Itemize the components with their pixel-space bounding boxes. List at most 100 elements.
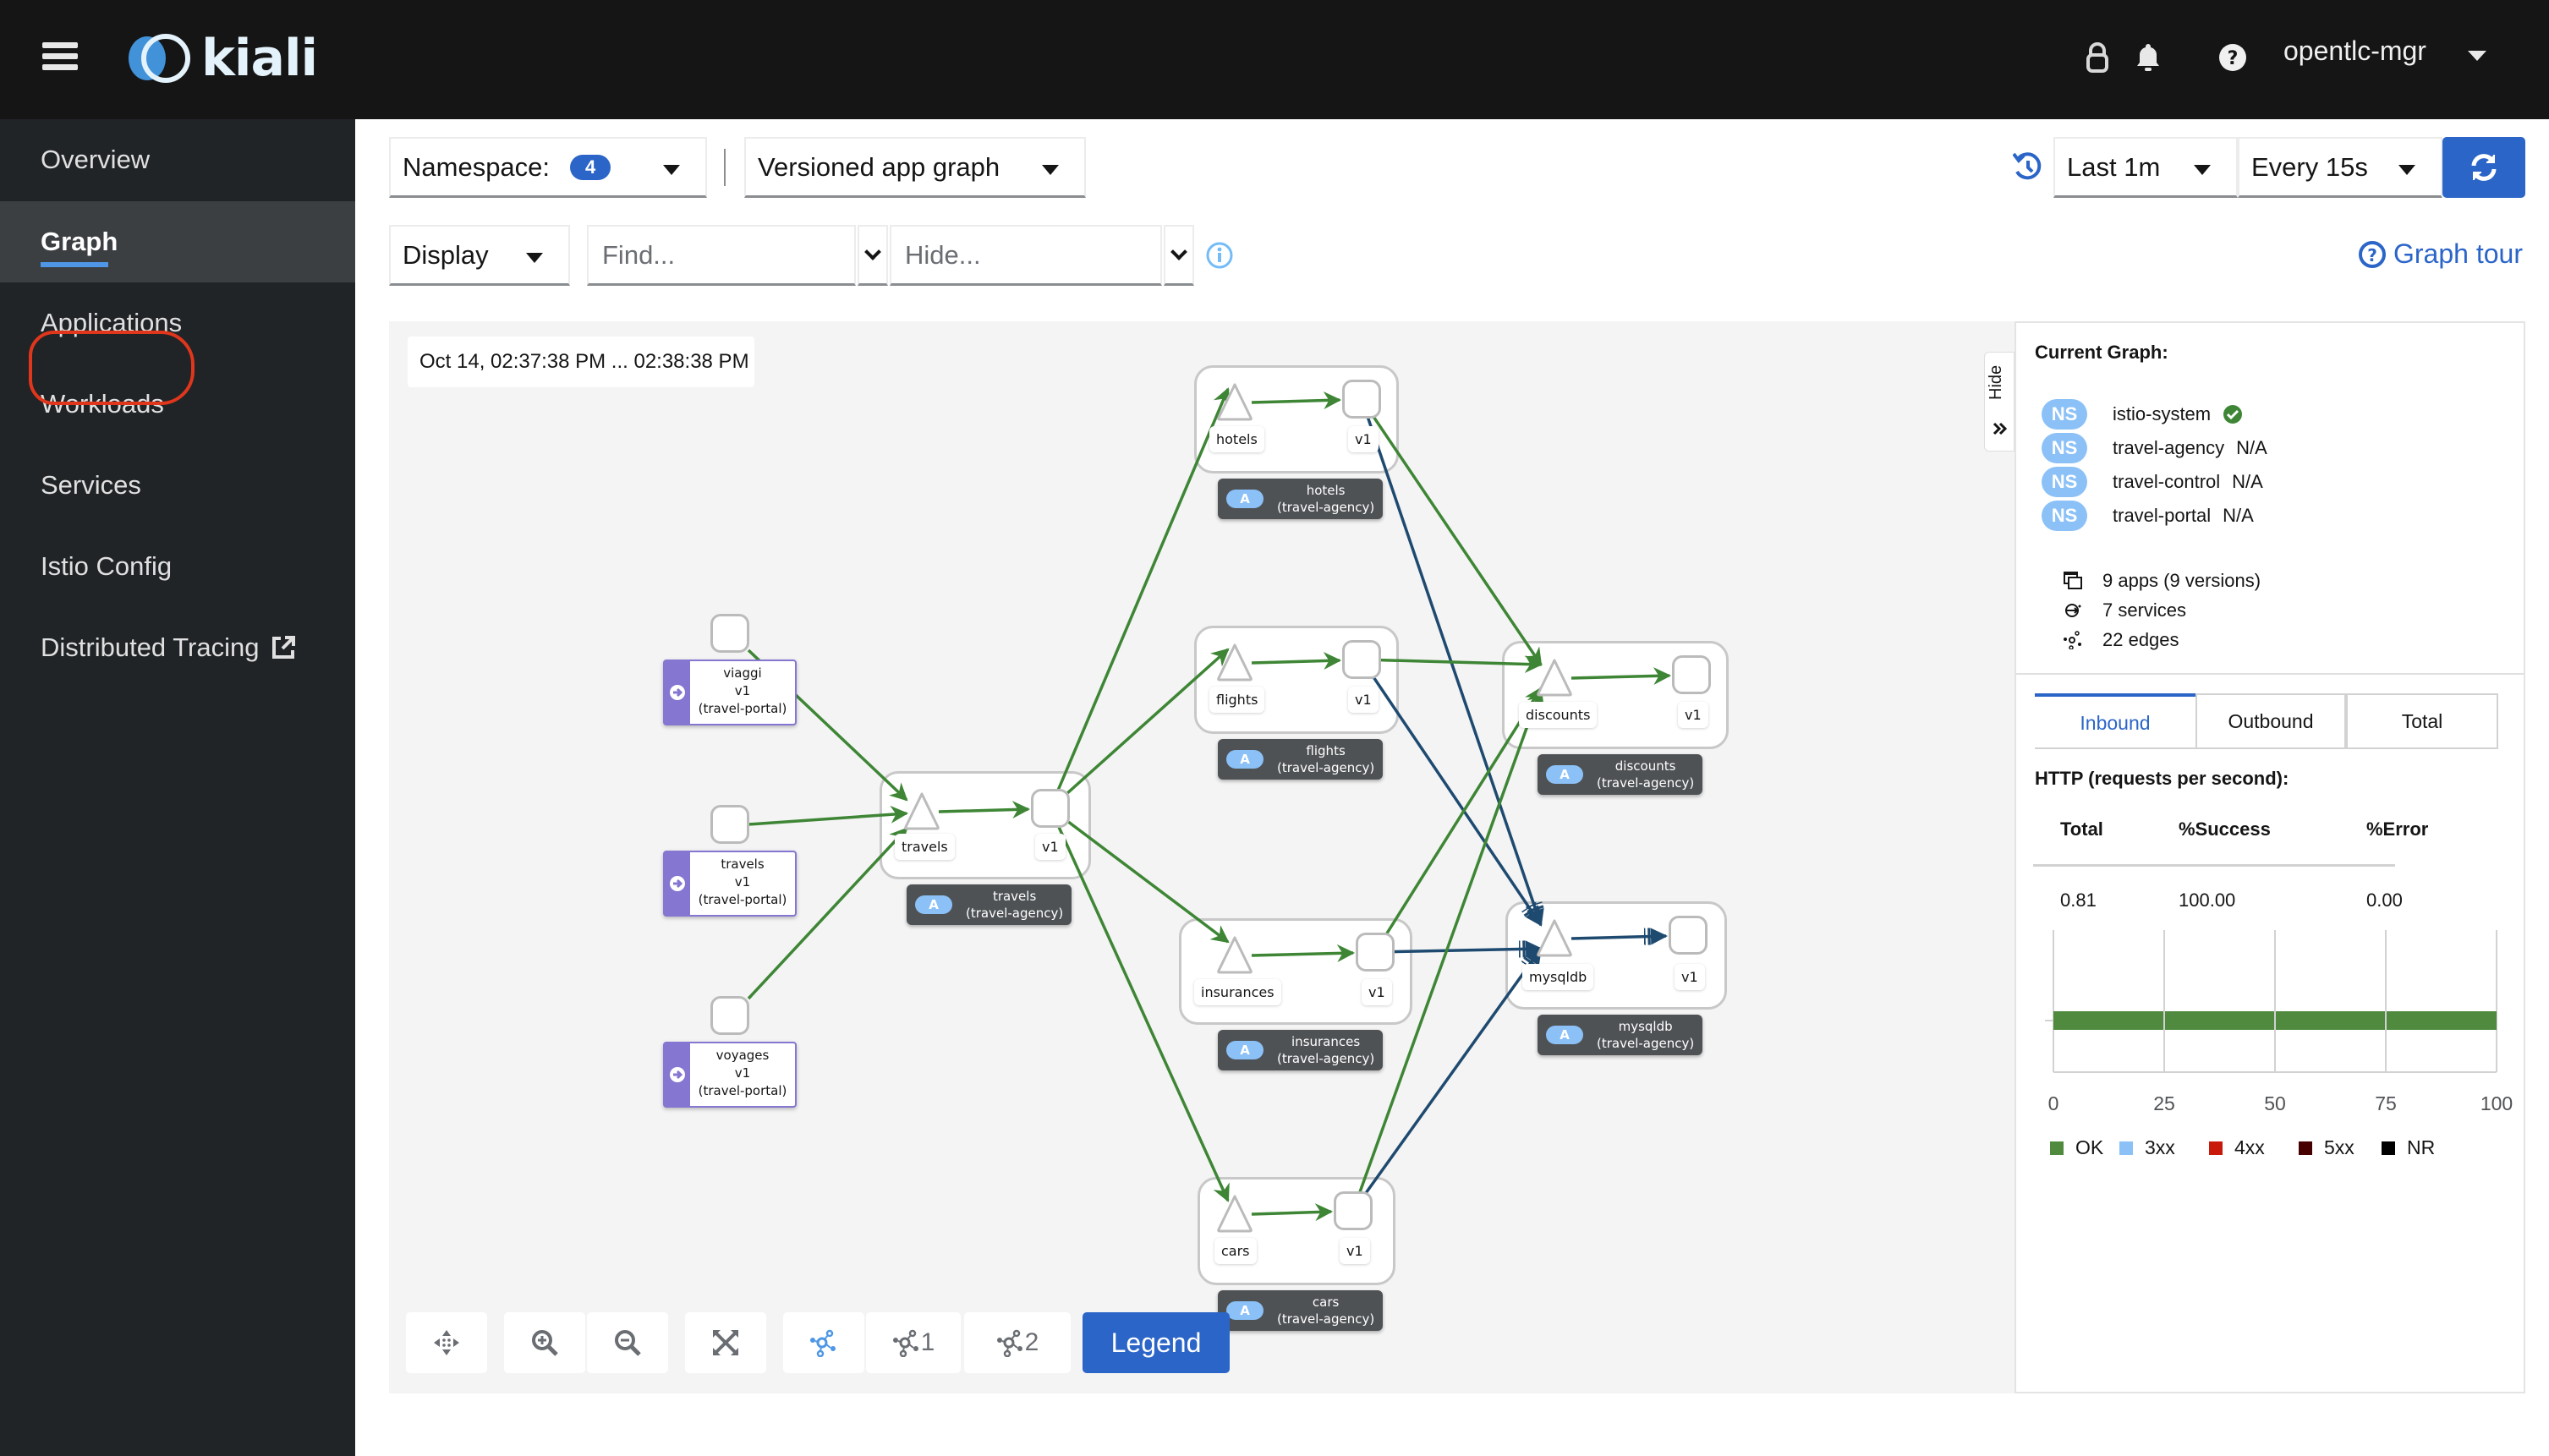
service-node-flights[interactable] xyxy=(1216,643,1253,686)
user-menu[interactable]: opentlc-mgr xyxy=(2283,36,2426,67)
lock-icon[interactable] xyxy=(2080,41,2114,74)
service-label-cars[interactable]: cars xyxy=(1214,1238,1257,1264)
zoom-in-button[interactable] xyxy=(504,1312,585,1373)
service-label-mysqldb[interactable]: mysqldb xyxy=(1522,964,1594,990)
find-input[interactable]: Find... xyxy=(587,225,856,286)
version-label-mysqldb[interactable]: v1 xyxy=(1675,964,1705,990)
service-label-flights[interactable]: flights xyxy=(1209,687,1265,713)
namespace-row-istio-system[interactable]: NS istio-system xyxy=(2042,399,2243,430)
hide-label: Hide xyxy=(1987,364,2005,400)
workload-node-voyages[interactable] xyxy=(710,996,749,1035)
kiali-logo[interactable]: kiali xyxy=(120,29,318,88)
version-label-flights[interactable]: v1 xyxy=(1348,687,1379,713)
tab-total[interactable]: Total xyxy=(2346,693,2498,749)
version-label-cars[interactable]: v1 xyxy=(1340,1238,1370,1264)
caret-down-icon xyxy=(2398,165,2415,175)
app-label-insurances[interactable]: Ainsurances (travel-agency) xyxy=(1218,1030,1384,1070)
app-label-mysqldb[interactable]: Amysqldb (travel-agency) xyxy=(1538,1015,1703,1055)
layout-2-button[interactable]: 2 xyxy=(964,1312,1071,1373)
version-node-insurances[interactable] xyxy=(1356,933,1395,972)
workload-node-travels-portal[interactable] xyxy=(710,805,749,844)
zoom-out-button[interactable] xyxy=(587,1312,668,1373)
app-namespace: (travel-agency) xyxy=(966,906,1064,921)
workload-node-viaggi[interactable] xyxy=(710,614,749,653)
zoom-in-icon xyxy=(532,1330,558,1356)
portal-node-voyages[interactable]: voyages v1 (travel-portal) xyxy=(663,1042,797,1108)
sidebar-item-label: Graph xyxy=(41,227,118,256)
namespace-name: istio-system xyxy=(2113,403,2212,424)
user-menu-caret-icon[interactable] xyxy=(2468,51,2486,61)
apps-count: 9 apps (9 versions) xyxy=(2102,570,2261,591)
version-label-hotels[interactable]: v1 xyxy=(1348,426,1379,452)
fit-to-screen-button[interactable] xyxy=(685,1312,766,1373)
version-node-hotels[interactable] xyxy=(1342,380,1381,419)
namespace-row-travel-control[interactable]: NS travel-control N/A xyxy=(2042,467,2263,497)
service-node-discounts[interactable] xyxy=(1536,658,1573,701)
time-range-history-icon[interactable] xyxy=(2012,151,2042,187)
version-label-travels[interactable]: v1 xyxy=(1035,834,1066,860)
refresh-interval-select[interactable]: Every 15s xyxy=(2238,137,2442,198)
arrow-circle-right-icon xyxy=(670,876,685,891)
hide-options-toggle[interactable] xyxy=(1164,225,1194,286)
menu-icon[interactable] xyxy=(42,39,78,73)
bell-icon[interactable] xyxy=(2131,41,2165,74)
service-label-insurances[interactable]: insurances xyxy=(1194,979,1281,1005)
display-select[interactable]: Display xyxy=(389,225,570,286)
version-node-flights[interactable] xyxy=(1342,640,1381,679)
masthead: kiali ? opentlc-mgr xyxy=(0,0,2549,119)
version-label-discounts[interactable]: v1 xyxy=(1678,702,1708,728)
app-label-travels[interactable]: Atravels (travel-agency) xyxy=(907,884,1072,925)
sidebar-item-services[interactable]: Services xyxy=(0,445,355,526)
caret-down-icon xyxy=(526,253,543,263)
tab-inbound[interactable]: Inbound xyxy=(2035,693,2195,749)
arrow-circle-right-icon xyxy=(670,1067,685,1082)
tab-outbound[interactable]: Outbound xyxy=(2195,693,2346,749)
app-label-cars[interactable]: Acars (travel-agency) xyxy=(1218,1290,1384,1331)
graph-tour-link[interactable]: ? Graph tour xyxy=(2358,238,2523,270)
namespace-select[interactable]: Namespace: 4 xyxy=(389,137,707,198)
service-label-discounts[interactable]: discounts xyxy=(1519,702,1598,728)
find-options-toggle[interactable] xyxy=(858,225,888,286)
portal-node-viaggi[interactable]: viaggi v1 (travel-portal) xyxy=(663,660,797,725)
sidebar-item-graph[interactable]: Graph xyxy=(0,201,355,282)
legend-button[interactable]: Legend xyxy=(1083,1312,1230,1373)
version-node-cars[interactable] xyxy=(1334,1191,1373,1230)
sidebar-item-overview[interactable]: Overview xyxy=(0,119,355,200)
service-node-hotels[interactable] xyxy=(1216,382,1253,425)
portal-node-travels[interactable]: travels v1 (travel-portal) xyxy=(663,851,797,917)
time-range-select[interactable]: Last 1m xyxy=(2053,137,2238,198)
namespace-row-travel-agency[interactable]: NS travel-agency N/A xyxy=(2042,433,2267,463)
app-label-flights[interactable]: Aflights (travel-agency) xyxy=(1218,739,1384,780)
service-node-insurances[interactable] xyxy=(1216,935,1253,978)
version-node-travels[interactable] xyxy=(1031,789,1070,828)
service-node-mysqldb[interactable] xyxy=(1536,918,1573,961)
service-node-cars[interactable] xyxy=(1216,1194,1253,1237)
tab-baseline xyxy=(2035,747,2195,749)
legend-swatch xyxy=(2119,1141,2133,1155)
hide-input[interactable]: Hide... xyxy=(890,225,1162,286)
sidebar-item-istio-config[interactable]: Istio Config xyxy=(0,526,355,607)
service-label-travels[interactable]: travels xyxy=(895,834,955,860)
info-icon[interactable] xyxy=(1206,242,1233,273)
layout-1-button[interactable]: 1 xyxy=(866,1312,961,1373)
version-node-mysqldb[interactable] xyxy=(1669,916,1708,955)
layout-default-button[interactable] xyxy=(783,1312,864,1373)
active-indicator xyxy=(41,262,108,267)
version-node-discounts[interactable] xyxy=(1672,655,1711,694)
app-namespace: (travel-agency) xyxy=(1277,1051,1375,1066)
app-label-discounts[interactable]: Adiscounts (travel-agency) xyxy=(1538,754,1703,795)
app-label-hotels[interactable]: Ahotels (travel-agency) xyxy=(1218,479,1384,519)
namespace-row-travel-portal[interactable]: NS travel-portal N/A xyxy=(2042,501,2254,531)
service-label-hotels[interactable]: hotels xyxy=(1209,426,1264,452)
service-node-travels[interactable] xyxy=(903,791,940,835)
stat-services: 7 services xyxy=(2064,596,2186,625)
pan-button[interactable] xyxy=(406,1312,487,1373)
refresh-button[interactable] xyxy=(2442,137,2525,198)
hide-panel-tab[interactable]: Hide xyxy=(1984,352,2015,452)
cell-error: 0.00 xyxy=(2366,889,2403,911)
help-icon[interactable]: ? xyxy=(2216,41,2250,74)
graph-type-select[interactable]: Versioned app graph xyxy=(744,137,1086,198)
layout-1-label: 1 xyxy=(920,1328,935,1356)
sidebar-item-distributed-tracing[interactable]: Distributed Tracing xyxy=(0,607,355,688)
version-label-insurances[interactable]: v1 xyxy=(1362,979,1392,1005)
